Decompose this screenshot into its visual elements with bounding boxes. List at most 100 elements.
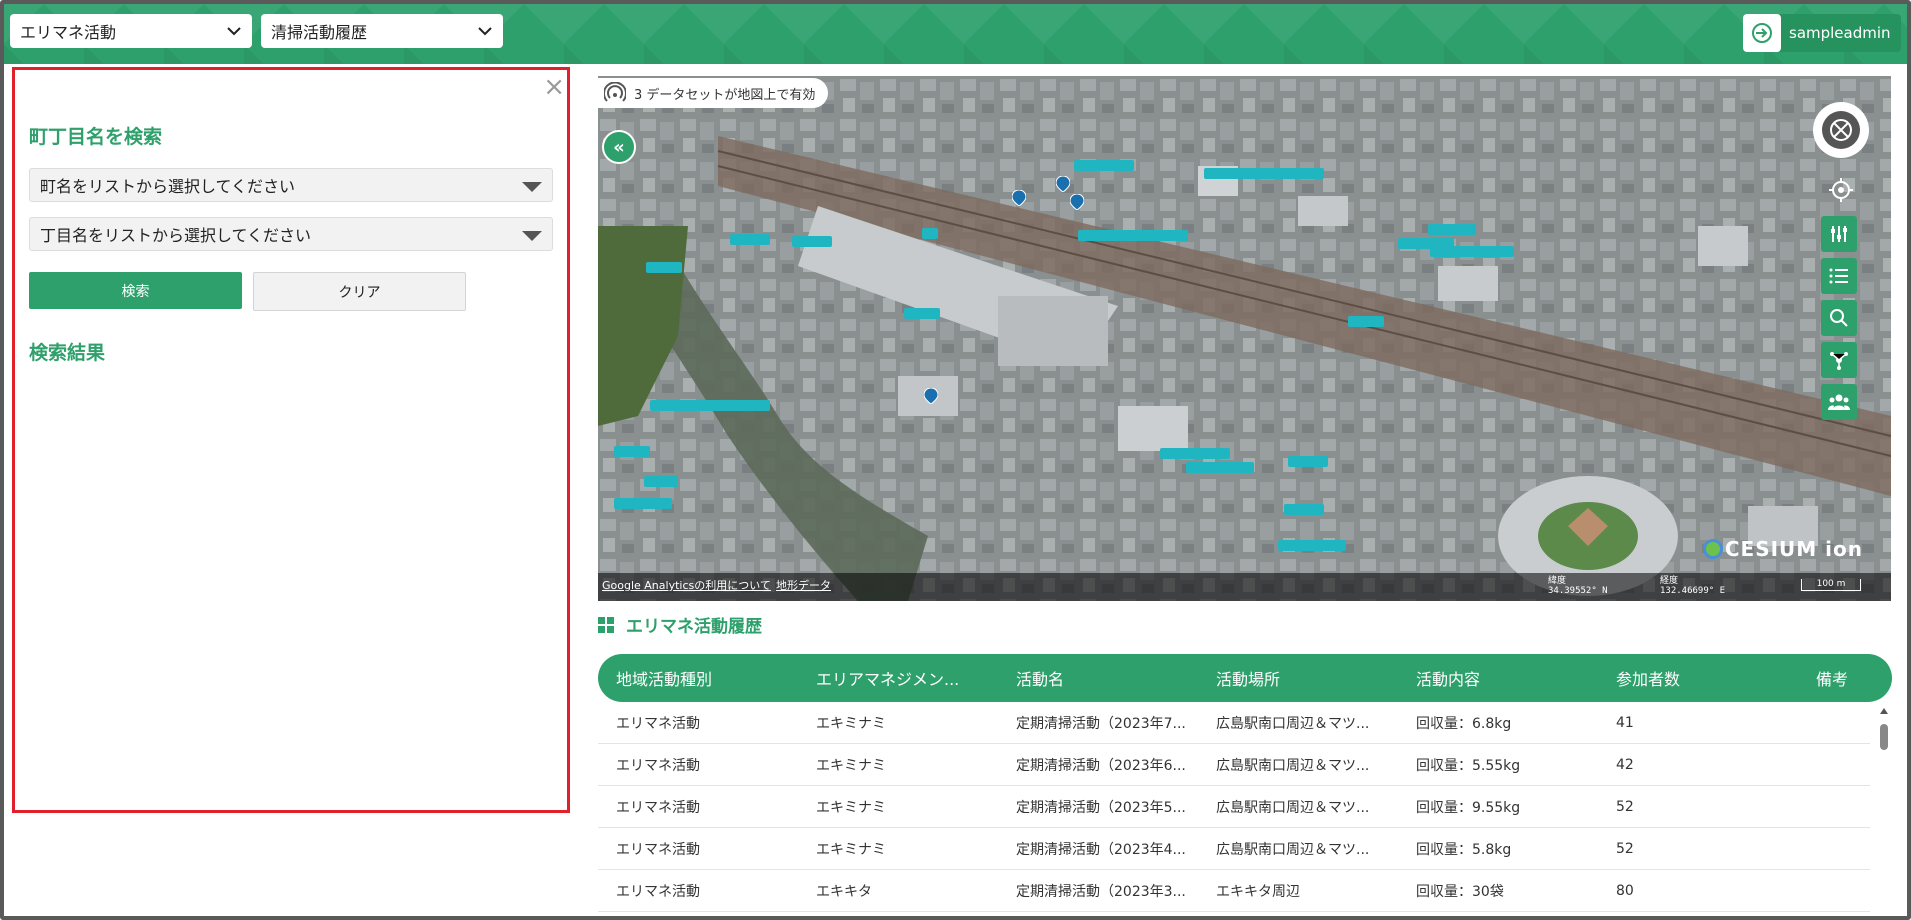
- map-label[interactable]: [1428, 224, 1476, 235]
- table-body: エリマネ活動 エキミナミ 定期清掃活動（2023年7... 広島駅南口周辺＆マツ…: [598, 702, 1892, 916]
- chevron-down-icon: [227, 27, 241, 36]
- map-label[interactable]: [1204, 168, 1324, 179]
- table-cell: 広島駅南口周辺＆マツ...: [1216, 757, 1370, 774]
- column-header[interactable]: 参加者数: [1598, 666, 1798, 690]
- table-row[interactable]: エリマネ活動 エキミナミ 定期清掃活動（2023年6... 広島駅南口周辺＆マツ…: [598, 744, 1870, 786]
- map-label[interactable]: [904, 308, 940, 319]
- table-cell: 定期清掃活動（2023年7...: [1016, 715, 1186, 732]
- users-button[interactable]: [1821, 384, 1857, 420]
- table-cell: エキミナミ: [816, 841, 886, 858]
- column-header[interactable]: エリアマネジメン...: [798, 666, 998, 690]
- column-header[interactable]: 地域活動種別: [598, 666, 798, 690]
- cesium-logo-icon: [1702, 539, 1723, 559]
- scale-bar: 100 m: [1801, 579, 1861, 591]
- activity-history-table: 地域活動種別 エリアマネジメン... 活動名 活動場所 活動内容 参加者数 備考…: [598, 654, 1892, 916]
- column-header[interactable]: 備考: [1798, 666, 1892, 690]
- map-label[interactable]: [1284, 504, 1324, 515]
- table-cell: エキキタ周辺: [1216, 883, 1300, 900]
- compass-control[interactable]: [1813, 102, 1869, 158]
- layer-settings-button[interactable]: [1821, 216, 1857, 252]
- map-label[interactable]: [1278, 540, 1346, 551]
- map-label[interactable]: [922, 228, 938, 239]
- clear-button[interactable]: クリア: [253, 272, 466, 311]
- map-label[interactable]: [650, 400, 770, 411]
- history-select[interactable]: 清掃活動履歴: [261, 14, 503, 48]
- dataset-status-pill[interactable]: 3 データセットが地図上で有効: [598, 78, 828, 108]
- broadcast-icon: [604, 82, 626, 102]
- table-cell: 52: [1616, 840, 1634, 857]
- town-search-panel: × 町丁目名を検索 町名をリストから選択してください 丁目名をリストから選択して…: [12, 67, 570, 813]
- location-pin-icon[interactable]: [1056, 176, 1070, 192]
- map-viewer[interactable]: 3 データセットが地図上で有効 « CESIUM ion Google Anal…: [598, 76, 1891, 601]
- map-search-button[interactable]: [1821, 300, 1857, 336]
- table-header: 地域活動種別 エリアマネジメン... 活動名 活動場所 活動内容 参加者数 備考: [598, 654, 1892, 702]
- table-cell: 回収量：6.8kg: [1416, 715, 1512, 732]
- chome-select-placeholder: 丁目名をリストから選択してください: [40, 226, 312, 245]
- table-cell: 定期清掃活動（2023年3...: [1016, 883, 1186, 900]
- aerial-map-imagery: [598, 76, 1891, 601]
- latitude-readout: 緯度 34.39552° N: [1548, 576, 1608, 596]
- location-pin-icon[interactable]: [924, 388, 938, 404]
- map-label[interactable]: [1186, 462, 1254, 473]
- scroll-thumb[interactable]: [1880, 724, 1888, 750]
- longitude-readout: 経度 132.46699° E: [1660, 576, 1726, 596]
- layer-list-button[interactable]: [1821, 258, 1857, 294]
- column-header[interactable]: 活動内容: [1398, 666, 1598, 690]
- table-scrollbar[interactable]: [1880, 708, 1888, 916]
- map-label[interactable]: [646, 262, 682, 273]
- map-label[interactable]: [1430, 246, 1514, 257]
- user-name: sampleadmin: [1789, 24, 1891, 42]
- map-label[interactable]: [614, 498, 672, 509]
- table-cell: エキミナミ: [816, 715, 886, 732]
- collapse-panel-button[interactable]: «: [602, 130, 636, 164]
- table-cell: エリマネ活動: [616, 757, 700, 774]
- location-pin-icon[interactable]: [1012, 190, 1026, 206]
- table-cell: エリマネ活動: [616, 715, 700, 732]
- map-label[interactable]: [1078, 230, 1188, 241]
- logout-icon: [1743, 14, 1781, 52]
- network-button[interactable]: [1821, 342, 1857, 378]
- search-results-title: 検索結果: [29, 342, 106, 364]
- category-select[interactable]: エリマネ活動: [10, 14, 252, 48]
- category-select-value: エリマネ活動: [20, 23, 117, 42]
- list-icon: [1829, 268, 1848, 284]
- current-location-button[interactable]: [1825, 174, 1857, 206]
- search-button[interactable]: 検索: [29, 272, 242, 309]
- table-row[interactable]: エリマネ活動 エキミナミ 定期清掃活動（2023年5... 広島駅南口周辺＆マツ…: [598, 786, 1870, 828]
- table-cell: 80: [1616, 882, 1634, 899]
- table-cell: 定期清掃活動（2023年4...: [1016, 841, 1186, 858]
- table-cell: 広島駅南口周辺＆マツ...: [1216, 715, 1370, 732]
- town-select-placeholder: 町名をリストから選択してください: [40, 177, 296, 196]
- table-row[interactable]: エリマネ活動 エキミナミ 定期清掃活動（2023年7... 広島駅南口周辺＆マツ…: [598, 702, 1870, 744]
- scroll-up-icon[interactable]: [1880, 708, 1888, 714]
- history-select-value: 清掃活動履歴: [271, 23, 368, 42]
- column-header[interactable]: 活動名: [998, 666, 1198, 690]
- activity-history-title: エリマネ活動履歴: [598, 612, 762, 637]
- map-label[interactable]: [730, 234, 770, 245]
- table-row[interactable]: エリマネ活動 エキキタ 定期清掃活動（2023年3... エキキタ周辺 回収量：…: [598, 870, 1870, 912]
- map-label[interactable]: [1288, 456, 1328, 467]
- table-cell: エリマネ活動: [616, 799, 700, 816]
- town-select[interactable]: 町名をリストから選択してください: [29, 168, 553, 202]
- terrain-data-link[interactable]: 地形データ: [776, 577, 831, 593]
- close-icon[interactable]: ×: [543, 74, 565, 100]
- map-label[interactable]: [1348, 316, 1384, 327]
- column-header[interactable]: 活動場所: [1198, 666, 1398, 690]
- search-icon: [1830, 309, 1848, 327]
- map-label[interactable]: [792, 236, 832, 247]
- dataset-status-text: 3 データセットが地図上で有効: [634, 87, 816, 103]
- user-account-button[interactable]: sampleadmin: [1743, 14, 1901, 52]
- sliders-icon: [1831, 226, 1847, 242]
- table-row[interactable]: エリマネ活動 エキミナミ 定期清掃活動（2023年4... 広島駅南口周辺＆マツ…: [598, 828, 1870, 870]
- network-icon: [1830, 352, 1848, 370]
- table-cell: エキミナミ: [816, 757, 886, 774]
- map-label[interactable]: [1074, 160, 1134, 171]
- map-label[interactable]: [614, 446, 650, 457]
- chome-select[interactable]: 丁目名をリストから選択してください: [29, 217, 553, 251]
- analytics-link[interactable]: Google Analyticsの利用について: [602, 577, 771, 593]
- table-cell: 42: [1616, 756, 1634, 773]
- location-pin-icon[interactable]: [1070, 194, 1084, 210]
- map-label[interactable]: [1160, 448, 1230, 459]
- cesium-logo: CESIUM ion: [1702, 537, 1863, 561]
- map-label[interactable]: [644, 476, 678, 487]
